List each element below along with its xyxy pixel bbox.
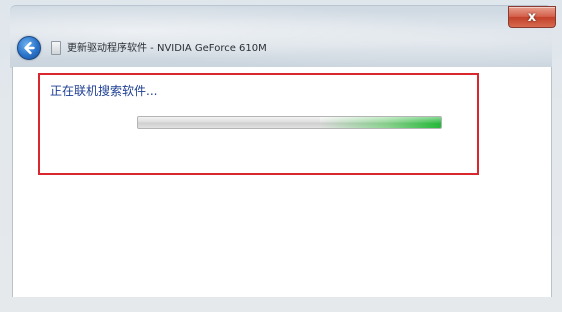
progress-bar-glow <box>320 117 441 128</box>
search-status-text: 正在联机搜索软件... <box>50 84 158 98</box>
window-title: 更新驱动程序软件 - NVIDIA GeForce 610M <box>67 43 267 54</box>
window-title-bar <box>10 5 552 68</box>
search-progress-bar <box>137 116 442 129</box>
driver-device-icon <box>51 41 61 55</box>
close-button[interactable]: x <box>508 6 556 28</box>
back-button[interactable] <box>17 36 41 60</box>
back-arrow-icon <box>24 41 35 55</box>
close-icon: x <box>527 9 537 25</box>
